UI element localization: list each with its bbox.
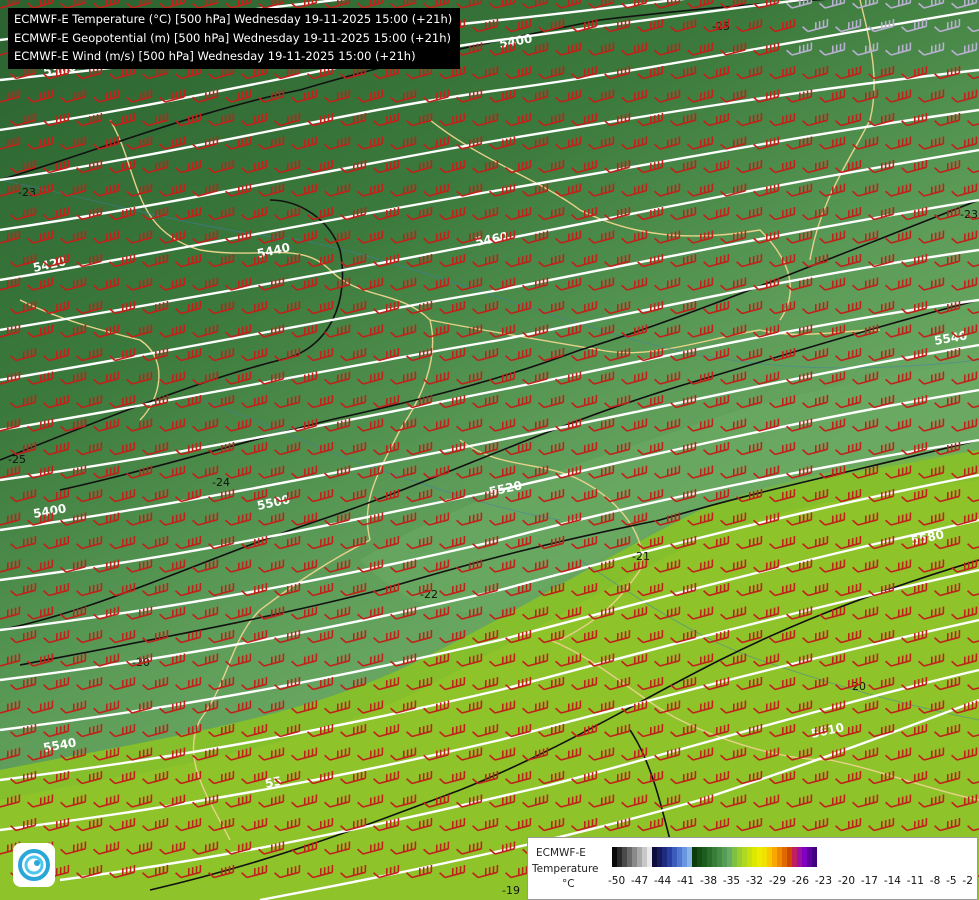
title-temperature: ECMWF-E Temperature (°C) [500 hPa] Wedne… <box>14 12 453 26</box>
legend-tick-label: -38 <box>699 875 718 887</box>
legend-tick-label: -26 <box>791 875 810 887</box>
svg-text:-21: -21 <box>632 550 650 563</box>
legend-tick-label: -29 <box>768 875 787 887</box>
legend-title: ECMWF-E <box>536 847 586 859</box>
legend-tick-label: -35 <box>722 875 741 887</box>
legend-tick-label: -8 <box>929 875 941 887</box>
svg-text:-19: -19 <box>502 884 520 897</box>
legend-color-bar <box>612 847 817 867</box>
legend-tick-label: -20 <box>837 875 855 887</box>
weather-map: 5400 5420 5440 5460 5500 5520 5540 5540 … <box>0 0 979 900</box>
weather-swirl-logo <box>13 843 55 887</box>
legend-swatch <box>812 847 817 867</box>
legend-tick-label: -11 <box>906 875 924 887</box>
map-title-box: ECMWF-E Temperature (°C) [500 hPa] Wedne… <box>8 8 461 69</box>
legend-unit: °C <box>562 878 575 890</box>
legend-tick-label: -41 <box>676 875 695 887</box>
swirl-icon <box>18 849 50 881</box>
legend-tick-label: -23 <box>814 875 833 887</box>
legend-tick-label: -5 <box>946 875 957 887</box>
svg-text:-22: -22 <box>420 588 438 601</box>
legend-tick-label: -50 <box>608 875 626 887</box>
legend-ticks: -50 -47 -44 -41 -38 -35 -32 -29 -26 -23 -20 -17 -14-… <box>608 875 973 887</box>
legend-tick-label: -47 <box>630 875 649 887</box>
temperature-legend: ECMWF-E Temperature °C -50 -47 -44 -41 -38 -3… <box>527 837 978 900</box>
legend-subtitle: Temperature <box>532 863 599 875</box>
legend-tick-label: -14 <box>883 875 901 887</box>
legend-tick-label: -32 <box>745 875 764 887</box>
legend-tick-label: -44 <box>653 875 672 887</box>
svg-text:-24: -24 <box>212 476 230 489</box>
title-geopotential: ECMWF-E Geopotential (m) [500 hPa] Wedne… <box>14 30 451 45</box>
title-wind: ECMWF-E Wind (m/s) [500 hPa] Wednesday 1… <box>14 49 416 63</box>
svg-text:-23: -23 <box>18 186 36 199</box>
legend-tick-label: -17 <box>860 875 878 887</box>
legend-tick-label: -2 <box>962 875 973 887</box>
